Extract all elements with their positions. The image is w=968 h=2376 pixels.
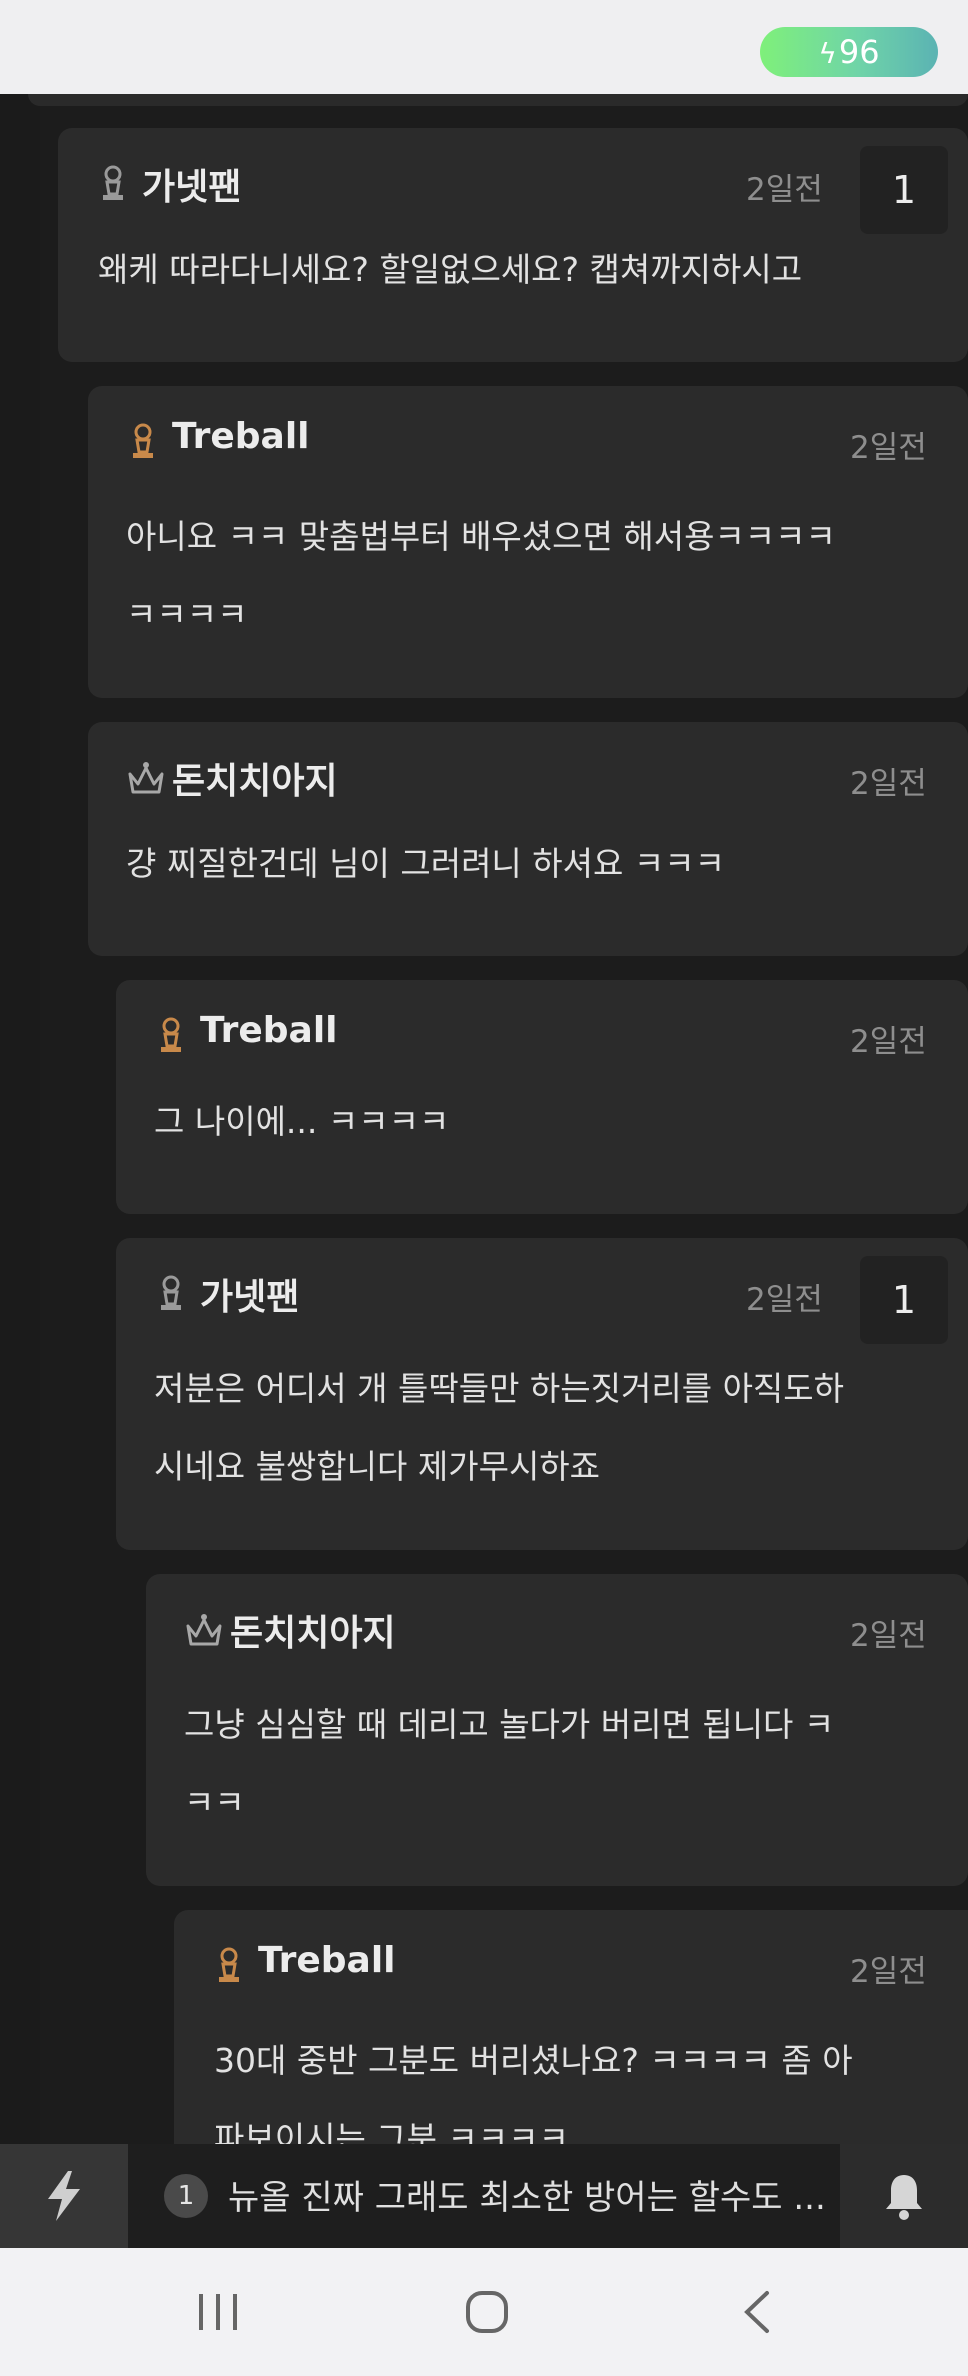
comment-text: 그냥 심심할 때 데리고 놀다가 버리면 됩니다 ㅋ ㅋㅋ: [184, 1705, 835, 1822]
comment-card[interactable]: 가넷팬 2일전 1 왜케 따라다니세요? 할일없으세요? 캡쳐까지하시고: [58, 128, 968, 362]
lightning-icon: [48, 2171, 80, 2221]
comment-time: 2일전: [746, 1282, 823, 1318]
back-button[interactable]: [722, 2280, 792, 2344]
comment-text: 그 나이에... ㅋㅋㅋㅋ: [154, 1102, 450, 1141]
comment-text: 걍 찌질한건데 님이 그러려니 하셔요 ㅋㅋㅋ: [126, 844, 725, 883]
silver-pawn-rank-icon: [161, 1275, 181, 1310]
back-chevron-icon: [744, 2291, 769, 2333]
charging-bolt-icon: ϟ: [818, 37, 837, 70]
bell-icon: [886, 2175, 922, 2220]
comment-author[interactable]: Treball: [258, 1940, 396, 1981]
comment-time: 2일전: [850, 1954, 927, 1990]
comment-card[interactable]: 돈치치아지 2일전 걍 찌질한건데 님이 그러려니 하셔요 ㅋㅋㅋ: [88, 722, 968, 956]
comment-author[interactable]: 돈치치아지: [172, 752, 338, 804]
comment-author[interactable]: 돈치치아지: [230, 1604, 396, 1656]
notification-ticker[interactable]: 1 뉴올 진짜 그래도 최소한 방어는 할수도 ...: [128, 2144, 840, 2248]
status-bar: ϟ96: [0, 0, 968, 94]
comment-card[interactable]: 가넷팬 2일전 1 저분은 어디서 개 틀딱들만 하는짓거리를 아직도하 시네요…: [116, 1238, 968, 1550]
comment-author[interactable]: Treball: [172, 416, 310, 457]
comment-card[interactable]: 돈치치아지 2일전 그냥 심심할 때 데리고 놀다가 버리면 됩니다 ㅋ ㅋㅋ: [146, 1574, 968, 1886]
ticker-count-badge: 1: [164, 2174, 208, 2218]
comment-text: 아니요 ㅋㅋ 맞춤법부터 배우셨으면 해서용ㅋㅋㅋㅋ ㅋㅋㅋㅋ: [126, 517, 836, 634]
home-button[interactable]: [452, 2280, 522, 2344]
reply-count-badge[interactable]: 1: [860, 1256, 948, 1344]
comment-time: 2일전: [850, 766, 927, 802]
bronze-pawn-rank-icon: [133, 423, 153, 458]
reply-count-badge[interactable]: 1: [860, 146, 948, 234]
crown-rank-icon: [128, 762, 164, 794]
thread-indent-rail: [0, 94, 40, 2144]
home-icon: [466, 2291, 508, 2333]
recent-apps-button[interactable]: [183, 2280, 253, 2344]
ticker-headline: 뉴올 진짜 그래도 최소한 방어는 할수도 ...: [228, 2178, 826, 2218]
comment-text: 저분은 어디서 개 틀딱들만 하는짓거리를 아직도하 시네요 불쌍합니다 제가무…: [154, 1369, 845, 1486]
comment-text: 왜케 따라다니세요? 할일없으세요? 캡쳐까지하시고: [98, 250, 803, 289]
comment-time: 2일전: [746, 172, 823, 208]
system-navigation-bar: [0, 2248, 968, 2376]
comment-card[interactable]: Treball 2일전 그 나이에... ㅋㅋㅋㅋ: [116, 980, 968, 1214]
comment-author[interactable]: Treball: [200, 1010, 338, 1051]
previous-comment-edge: [28, 94, 968, 106]
quick-action-button[interactable]: [0, 2144, 128, 2248]
comment-author[interactable]: 가넷팬: [200, 1268, 299, 1320]
bottom-toolbar: 1 뉴올 진짜 그래도 최소한 방어는 할수도 ...: [0, 2144, 968, 2248]
battery-level: 96: [838, 33, 880, 71]
comment-card[interactable]: Treball 2일전 30대 중반 그분도 버리셨나요? ㅋㅋㅋㅋ 좀 아 파…: [174, 1910, 968, 2170]
comment-author[interactable]: 가넷팬: [142, 158, 241, 210]
bronze-pawn-rank-icon: [161, 1017, 181, 1052]
notifications-button[interactable]: [840, 2144, 968, 2248]
comment-time: 2일전: [850, 1024, 927, 1060]
crown-rank-icon: [186, 1614, 222, 1646]
comment-time: 2일전: [850, 430, 927, 466]
comment-card[interactable]: Treball 2일전 아니요 ㅋㅋ 맞춤법부터 배우셨으면 해서용ㅋㅋㅋㅋ ㅋ…: [88, 386, 968, 698]
recent-apps-icon: [199, 2294, 237, 2330]
comment-time: 2일전: [850, 1618, 927, 1654]
silver-pawn-rank-icon: [103, 165, 123, 200]
bronze-pawn-rank-icon: [219, 1947, 239, 1982]
battery-indicator: ϟ96: [760, 27, 938, 77]
